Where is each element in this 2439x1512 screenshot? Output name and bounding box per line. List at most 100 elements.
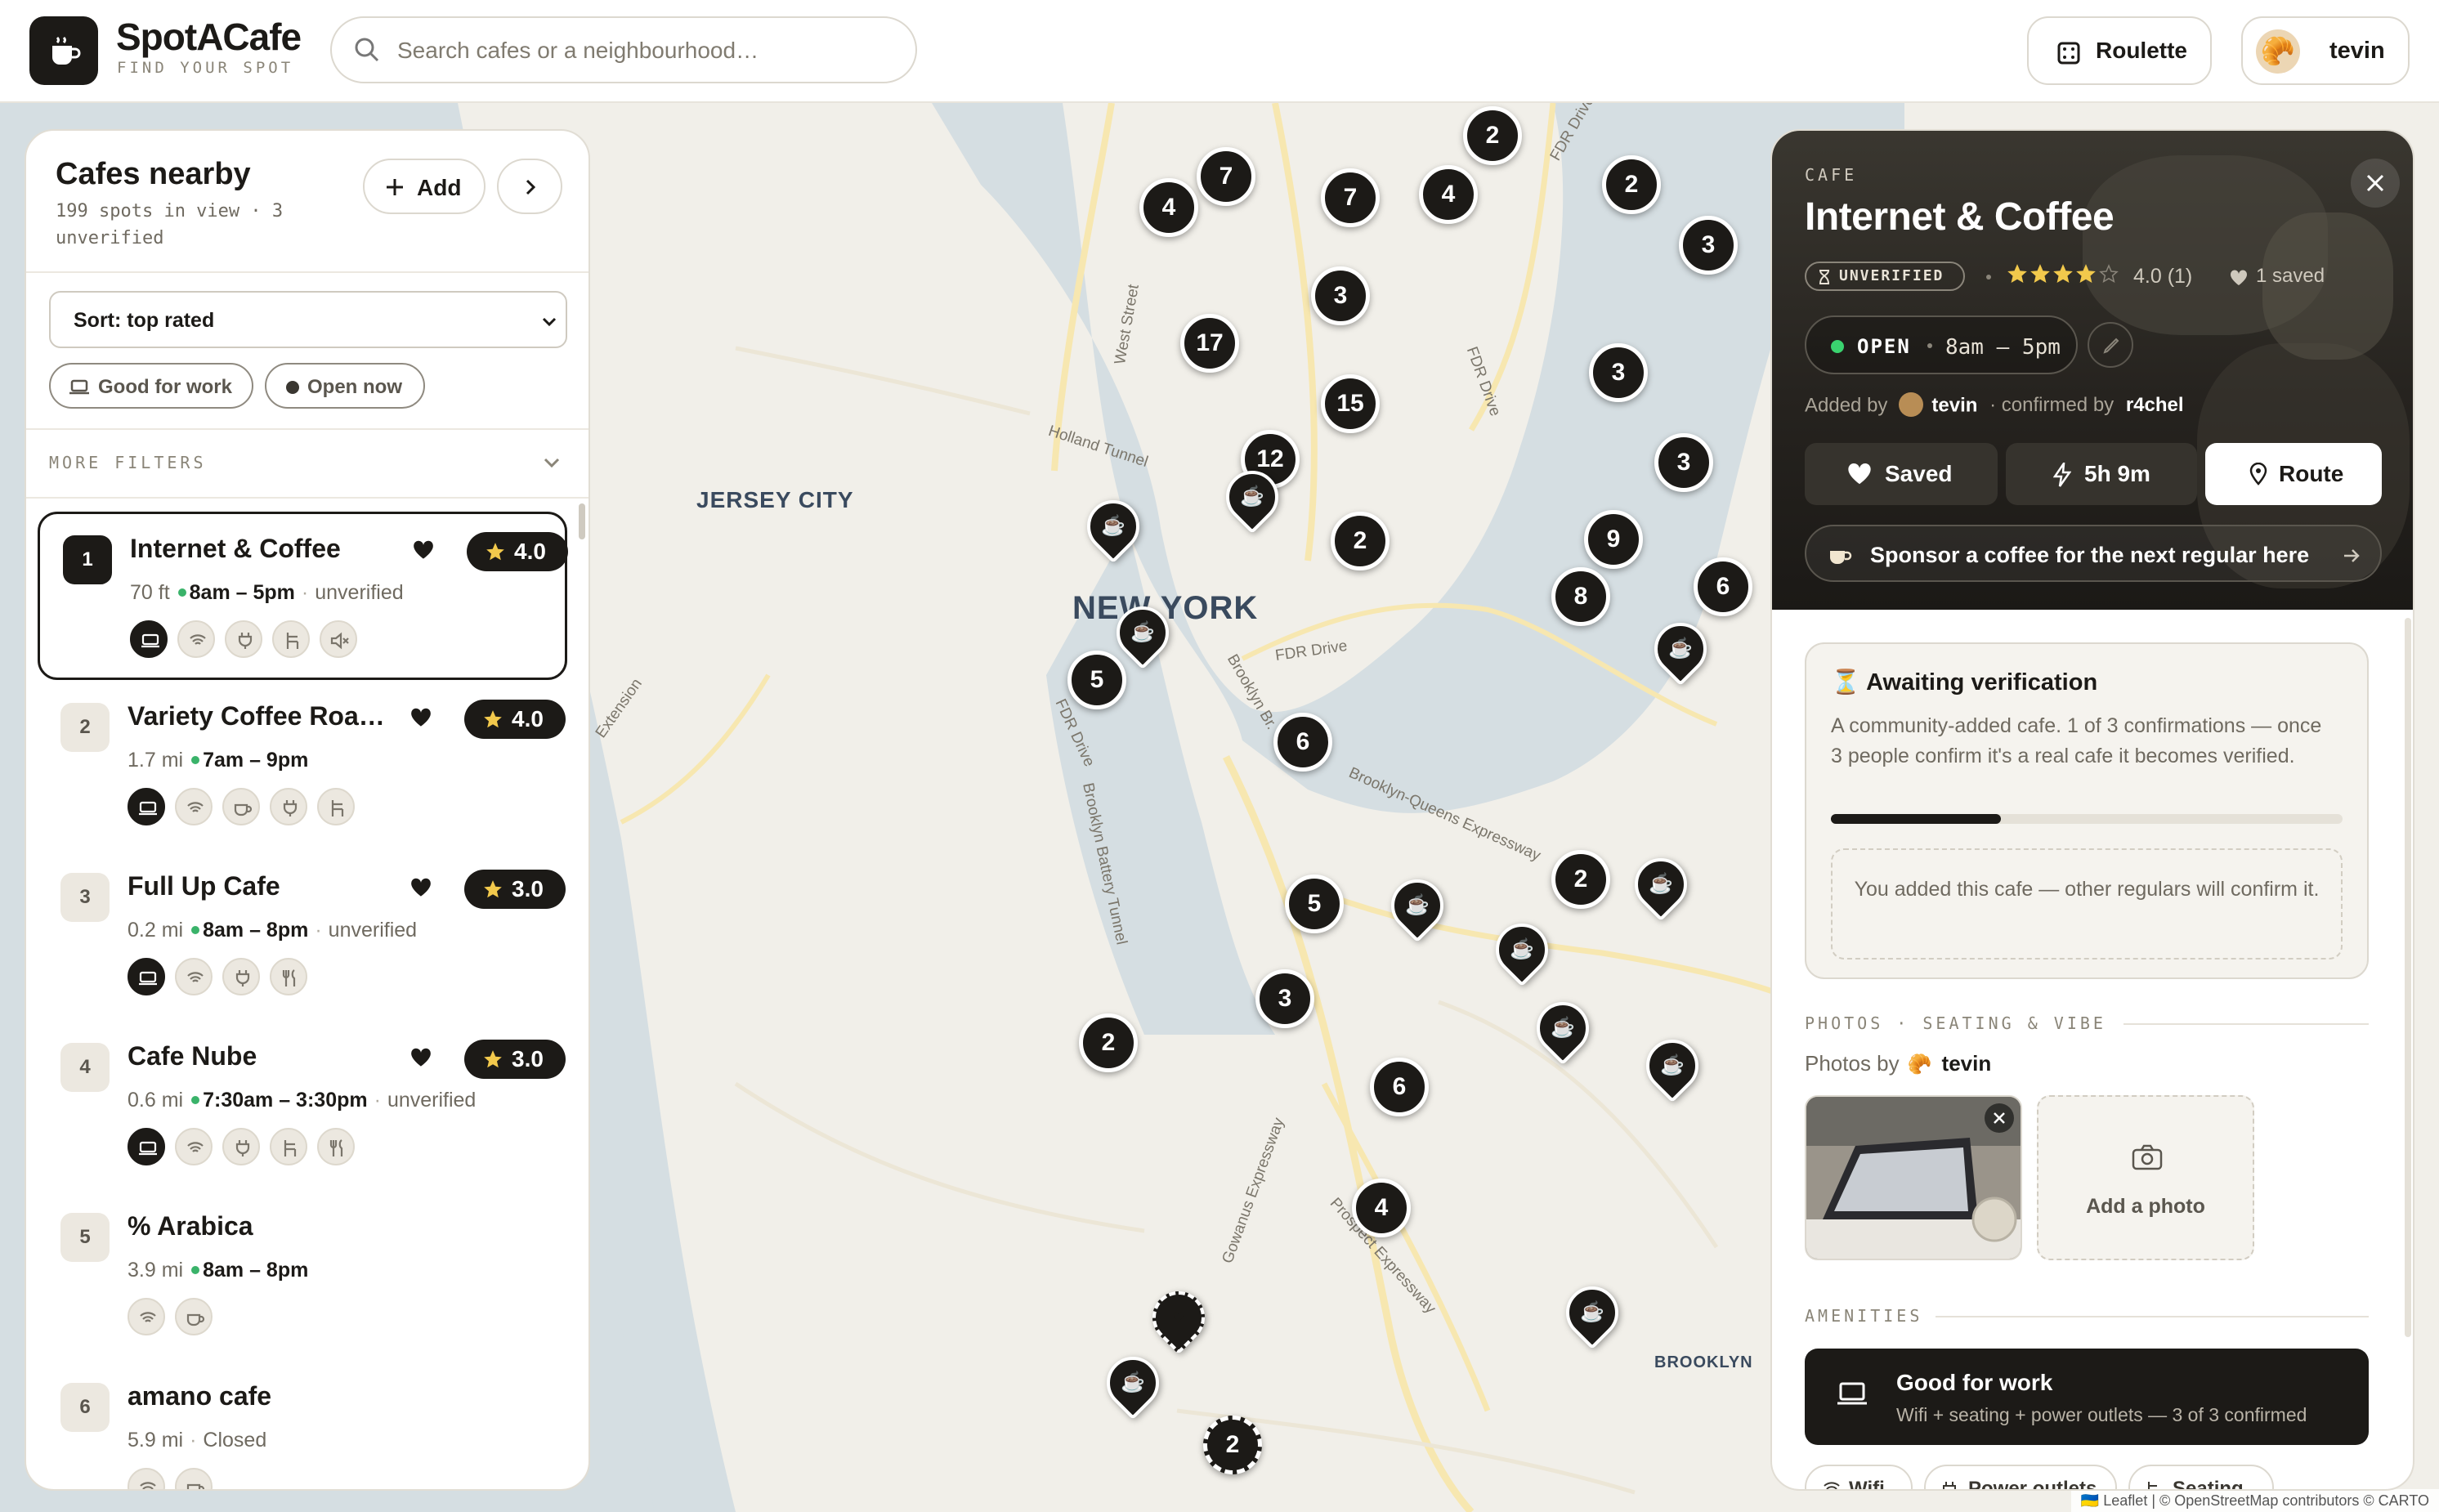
map-cluster[interactable]: 9 bbox=[1584, 510, 1643, 569]
detail-kicker: CAFE bbox=[1805, 165, 1858, 185]
open-status-dot bbox=[191, 1095, 200, 1104]
cafe-rank: 2 bbox=[60, 703, 110, 752]
photos-by-user[interactable]: tevin bbox=[1942, 1051, 1992, 1076]
map-attribution[interactable]: 🇺🇦 Leaflet | © OpenStreetMap contributor… bbox=[2070, 1489, 2439, 1512]
confirmed-by-user[interactable]: r4chel bbox=[2126, 394, 2184, 416]
filter-chip-open-now[interactable]: Open now bbox=[265, 363, 425, 409]
map-cluster[interactable]: 6 bbox=[1273, 713, 1332, 772]
user-menu-button[interactable]: 🥐 tevin bbox=[2241, 16, 2410, 85]
add-photo-button[interactable]: Add a photo bbox=[2037, 1095, 2254, 1260]
laptop-icon bbox=[139, 971, 157, 986]
star-icon bbox=[2076, 264, 2096, 284]
chevron-down-icon bbox=[542, 317, 557, 327]
map-cluster[interactable]: 3 bbox=[1654, 433, 1713, 492]
cafe-name: Full Up Cafe bbox=[128, 871, 280, 901]
cafe-detail-panel: CAFE Internet & Coffee UNVERIFIED 4.0 (1… bbox=[1770, 129, 2414, 1491]
map-cluster[interactable]: 3 bbox=[1255, 969, 1314, 1028]
map-cluster[interactable]: 2 bbox=[1602, 155, 1661, 214]
collapse-panel-button[interactable] bbox=[497, 159, 562, 214]
chair-icon bbox=[2148, 1482, 2159, 1489]
time-remaining-button[interactable]: 5h 9m bbox=[2006, 443, 2197, 505]
cafe-list-item[interactable]: 3 Full Up Cafe 3.0 0.2 mi 8am – 8pm · unverifi… bbox=[38, 852, 567, 1020]
search-input[interactable] bbox=[397, 33, 888, 69]
map-cluster[interactable]: 2 bbox=[1203, 1416, 1262, 1474]
map-cluster[interactable]: 4 bbox=[1139, 178, 1198, 237]
map-cluster[interactable]: 4 bbox=[1352, 1179, 1411, 1237]
map-cluster[interactable]: 15 bbox=[1321, 374, 1380, 433]
sponsor-coffee-button[interactable]: Sponsor a coffee for the next regular he… bbox=[1805, 525, 2382, 582]
chevron-down-icon[interactable] bbox=[543, 454, 561, 471]
map-cluster[interactable]: 2 bbox=[1079, 1013, 1138, 1072]
cafe-status: unverified bbox=[387, 1089, 477, 1112]
map-cluster[interactable]: 5 bbox=[1067, 651, 1126, 709]
coffee-cup-icon bbox=[52, 36, 81, 65]
more-filters-toggle[interactable]: MORE FILTERS bbox=[49, 453, 207, 472]
route-button[interactable]: Route bbox=[2205, 443, 2382, 505]
saved-button[interactable]: Saved bbox=[1805, 443, 1998, 505]
amenity-chip-label: Power outlets bbox=[1968, 1478, 2097, 1491]
rating-text: 4.0 (1) bbox=[2133, 265, 2193, 288]
wifi-icon bbox=[187, 972, 204, 982]
heart-icon[interactable] bbox=[410, 1048, 432, 1067]
panel-subtitle: 199 spots in view · 3 unverified bbox=[56, 201, 284, 248]
cafe-rank: 6 bbox=[60, 1383, 110, 1432]
cafe-rank: 1 bbox=[63, 535, 112, 584]
photos-by-line: Photos by 🥐 tevin bbox=[1805, 1051, 1991, 1076]
cafe-list-item[interactable]: 4 Cafe Nube 3.0 0.6 mi 7:30am – 3:30pm · unver… bbox=[38, 1022, 567, 1190]
map-cluster[interactable]: 8 bbox=[1551, 567, 1610, 626]
map-cluster[interactable]: 2 bbox=[1551, 850, 1610, 909]
roulette-button[interactable]: Roulette bbox=[2027, 16, 2212, 85]
scrollbar[interactable] bbox=[2405, 618, 2411, 1337]
mute-icon bbox=[330, 632, 349, 650]
map-cluster[interactable]: 6 bbox=[1694, 557, 1752, 616]
laptop-icon bbox=[69, 379, 89, 395]
scrollbar[interactable] bbox=[579, 503, 585, 539]
close-icon bbox=[2366, 174, 2384, 192]
cafe-hours: 8am – 8pm bbox=[203, 919, 309, 942]
place-label-brooklyn: BROOKLYN bbox=[1654, 1353, 1753, 1371]
added-by-line: Added by tevin · confirmed by r4chel bbox=[1805, 392, 2184, 420]
panel-title: Cafes nearby bbox=[56, 157, 251, 191]
map-cluster[interactable]: 17 bbox=[1180, 314, 1239, 373]
amenity-food bbox=[270, 958, 307, 995]
cafe-list-item[interactable]: 5 % Arabica 3.9 mi 8am – 8pm bbox=[38, 1192, 567, 1360]
map-cluster[interactable]: 7 bbox=[1197, 147, 1255, 206]
cafe-name: amano cafe bbox=[128, 1381, 272, 1411]
map-cluster[interactable]: 6 bbox=[1370, 1058, 1429, 1116]
cafe-list-item[interactable]: 1 Internet & Coffee 4.0 70 ft 8am – 5pm · unve… bbox=[38, 512, 568, 680]
map-cluster[interactable]: 2 bbox=[1331, 512, 1390, 570]
map-cluster[interactable]: 4 bbox=[1419, 165, 1478, 224]
map-cluster[interactable]: 3 bbox=[1679, 216, 1738, 275]
edit-hours-button[interactable] bbox=[2088, 322, 2133, 368]
divider bbox=[1936, 1316, 2369, 1317]
coffee-cup-icon: ☕ bbox=[1130, 621, 1155, 643]
amenity-plug bbox=[222, 1128, 260, 1165]
plug-icon bbox=[238, 633, 253, 649]
verification-note: You added this cafe — other regulars wil… bbox=[1831, 848, 2343, 960]
brand-tagline: FIND YOUR SPOT bbox=[117, 59, 294, 77]
heart-icon[interactable] bbox=[410, 878, 432, 897]
cafe-list-item[interactable]: 2 Variety Coffee Roasters 4.0 1.7 mi 7am – 9… bbox=[38, 682, 567, 850]
cafe-list-item[interactable]: 6 amano cafe 5.9 mi · Closed bbox=[38, 1362, 567, 1489]
added-by-user[interactable]: tevin bbox=[1931, 394, 1977, 416]
sort-select[interactable]: Sort: top rated bbox=[49, 291, 567, 348]
map-cluster[interactable]: 5 bbox=[1285, 875, 1344, 933]
add-cafe-button[interactable]: Add bbox=[363, 159, 486, 214]
map-cluster[interactable]: 7 bbox=[1321, 168, 1380, 227]
cafe-distance: 3.9 mi bbox=[128, 1259, 184, 1282]
map-cluster[interactable]: 3 bbox=[1311, 266, 1370, 325]
brand-logo[interactable] bbox=[29, 16, 98, 85]
amenity-mute bbox=[320, 620, 357, 658]
filter-chip-label: Open now bbox=[307, 376, 402, 398]
search-bar[interactable] bbox=[330, 16, 917, 83]
cafe-hours: 8am – 5pm bbox=[189, 581, 295, 604]
close-button[interactable] bbox=[2351, 159, 2400, 208]
remove-photo-button[interactable] bbox=[1985, 1103, 2014, 1133]
add-label: Add bbox=[417, 175, 462, 200]
map-cluster[interactable]: 2 bbox=[1463, 106, 1522, 165]
cafe-photo-thumbnail[interactable] bbox=[1805, 1095, 2022, 1260]
heart-icon[interactable] bbox=[410, 708, 432, 727]
filter-chip-good-for-work[interactable]: Good for work bbox=[49, 363, 253, 409]
map-cluster[interactable]: 3 bbox=[1589, 343, 1648, 402]
heart-icon[interactable] bbox=[413, 540, 434, 560]
